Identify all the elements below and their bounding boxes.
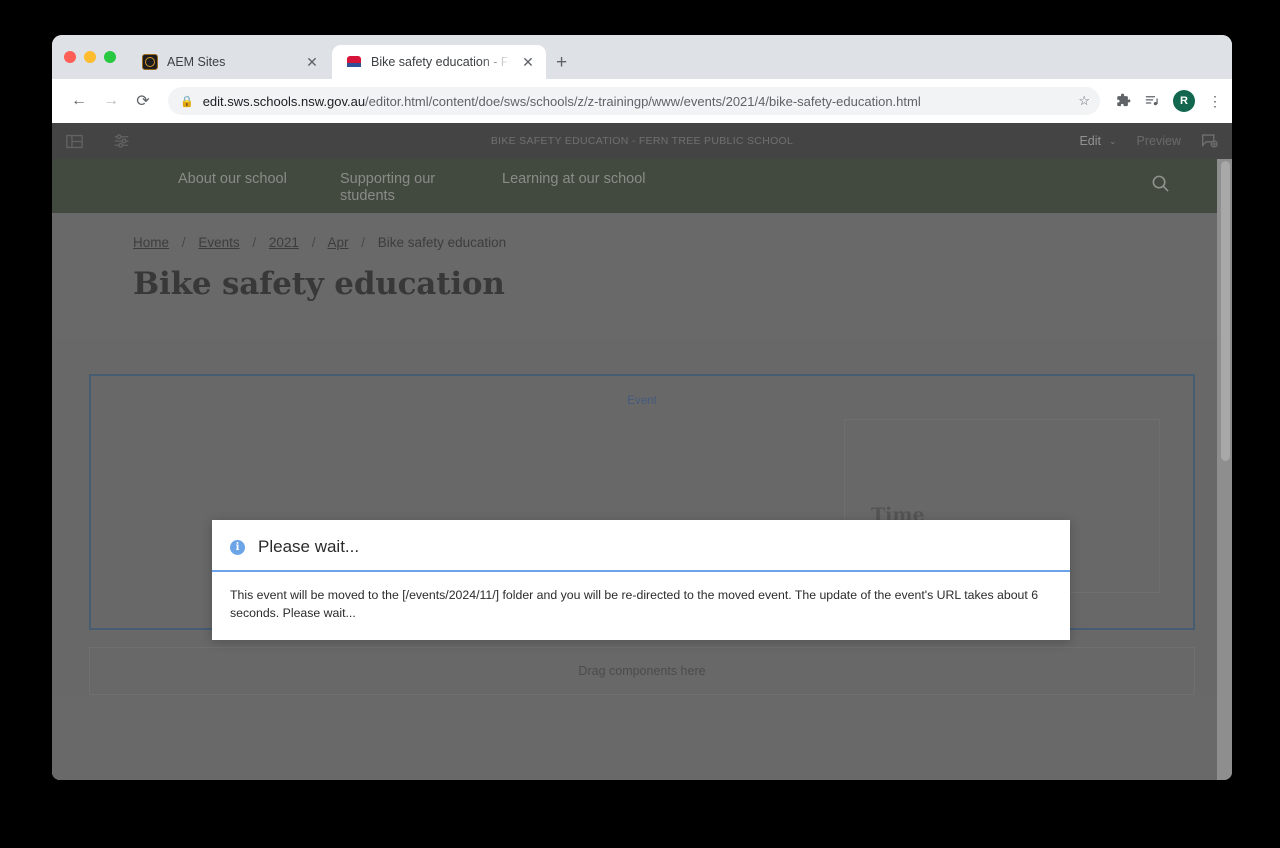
reload-button[interactable]: ⟳ (130, 88, 156, 114)
browser-tab-bike-safety[interactable]: Bike safety education - Fern Tr ✕ (332, 45, 546, 79)
close-tab-icon[interactable]: ✕ (520, 55, 536, 69)
browser-window: AEM Sites ✕ Bike safety education - Fern… (52, 35, 1232, 780)
forward-button[interactable]: → (98, 88, 124, 114)
close-tab-icon[interactable]: ✕ (304, 55, 320, 69)
lock-icon: 🔒 (180, 95, 194, 108)
bookmark-star-icon[interactable]: ☆ (1078, 93, 1090, 109)
tab-title: Bike safety education - Fern Tr (371, 55, 511, 69)
page-viewport: BIKE SAFETY EDUCATION - FERN TREE PUBLIC… (52, 123, 1232, 780)
tab-title: AEM Sites (167, 55, 226, 69)
puzzle-piece-icon[interactable] (1116, 93, 1131, 110)
info-icon: i (230, 539, 245, 555)
window-controls (64, 51, 116, 63)
reading-list-icon[interactable] (1144, 93, 1160, 110)
please-wait-dialog: i Please wait... This event will be move… (212, 520, 1070, 640)
maximize-window-button[interactable] (104, 51, 116, 63)
profile-avatar[interactable]: R (1173, 90, 1195, 112)
aem-logo-icon (142, 54, 158, 70)
close-window-button[interactable] (64, 51, 76, 63)
scrollbar-thumb[interactable] (1221, 161, 1230, 461)
url-bar[interactable]: 🔒 edit.sws.schools.nsw.gov.au/editor.htm… (168, 87, 1100, 115)
dialog-message: This event will be moved to the [/events… (230, 588, 1039, 620)
address-bar: ← → ⟳ 🔒 edit.sws.schools.nsw.gov.au/edit… (52, 79, 1232, 123)
browser-tab-aem-sites[interactable]: AEM Sites ✕ (128, 45, 330, 79)
minimize-window-button[interactable] (84, 51, 96, 63)
browser-toolbar-icons: R ⋮ (1112, 90, 1222, 112)
page-scrollbar[interactable] (1217, 159, 1232, 780)
new-tab-button[interactable]: + (556, 53, 567, 72)
dialog-title: Please wait... (258, 537, 360, 556)
url-text: edit.sws.schools.nsw.gov.au/editor.html/… (202, 93, 921, 109)
tab-strip: AEM Sites ✕ Bike safety education - Fern… (52, 35, 1232, 79)
back-button[interactable]: ← (66, 88, 92, 114)
browser-menu-icon[interactable]: ⋮ (1208, 94, 1222, 108)
modal-dim-overlay (52, 123, 1232, 780)
dialog-header: i Please wait... (212, 520, 1070, 572)
nsw-gov-icon (346, 54, 362, 70)
